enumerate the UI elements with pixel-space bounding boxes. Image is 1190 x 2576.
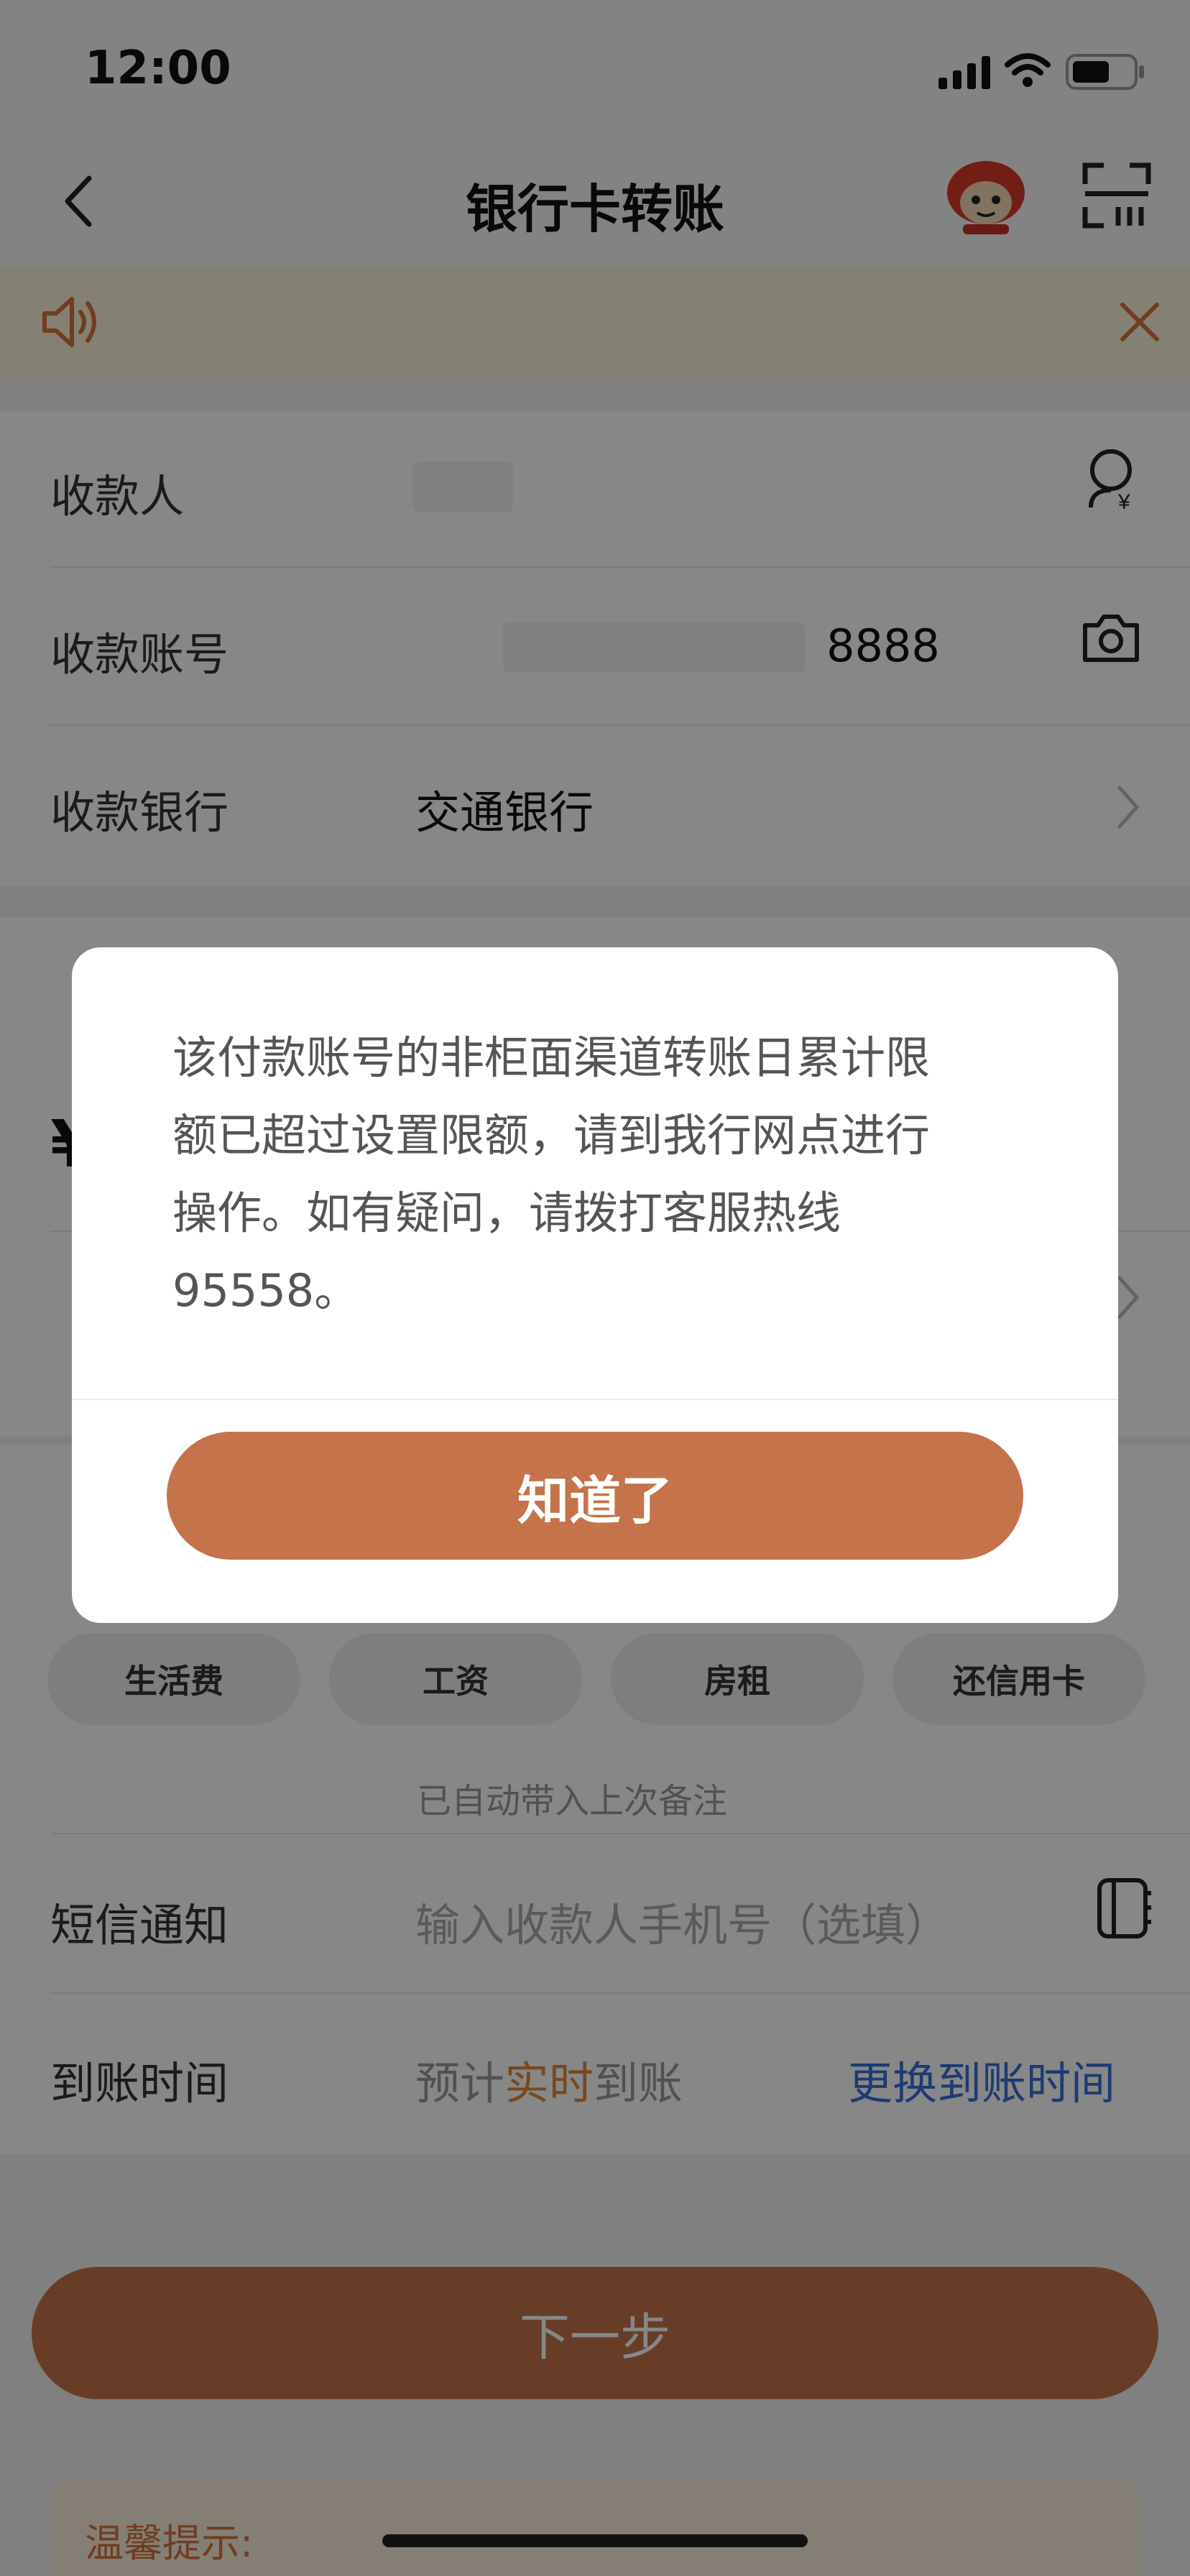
dialog-line: 该付款账号的非柜面渠道转账日累计限 <box>172 1031 931 1084</box>
dialog-message: 该付款账号的非柜面渠道转账日累计限 额已超过设置限额，请到我行网点进行 操作。如… <box>172 1019 1028 1330</box>
dialog-line: 额已超过设置限额，请到我行网点进行 <box>172 1109 931 1162</box>
dialog-line: 操作。如有疑问，请拨打客服热线 <box>172 1187 841 1239</box>
alert-dialog: 该付款账号的非柜面渠道转账日累计限 额已超过设置限额，请到我行网点进行 操作。如… <box>72 947 1118 1623</box>
dialog-ok-button[interactable]: 知道了 <box>167 1432 1023 1560</box>
dialog-line: 95558。 <box>172 1264 359 1317</box>
dialog-divider <box>72 1399 1118 1400</box>
home-indicator <box>382 2534 808 2547</box>
